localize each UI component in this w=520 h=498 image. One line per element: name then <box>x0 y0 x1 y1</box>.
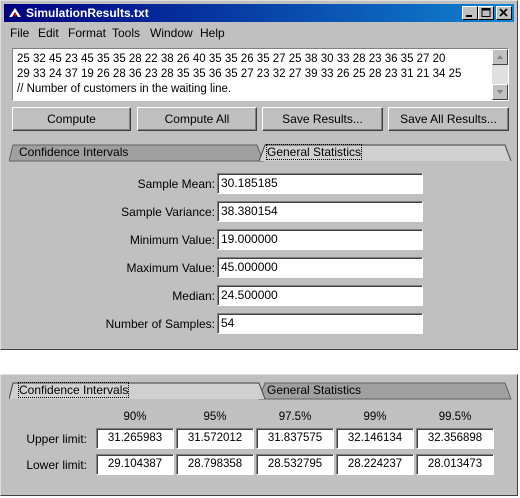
lower-limit-field[interactable]: 28.798358 <box>176 454 254 475</box>
tab-strip: Confidence Intervals General Statistics <box>9 144 514 162</box>
compute-all-button[interactable]: Compute All <box>137 107 257 131</box>
stat-label: Median: <box>172 289 215 303</box>
text-line: 25 32 45 23 45 35 35 28 22 38 26 40 35 3… <box>17 53 446 65</box>
stat-value-field[interactable]: 54 <box>217 313 423 334</box>
upper-limit-label: Upper limit: <box>26 432 87 446</box>
vertical-scrollbar[interactable] <box>492 49 508 100</box>
stat-label: Sample Mean: <box>137 177 215 191</box>
text-line: // Number of customers in the waiting li… <box>17 83 232 95</box>
maximize-button[interactable] <box>478 6 494 20</box>
confidence-level-header: 99% <box>363 411 387 423</box>
stat-label: Number of Samples: <box>105 317 215 331</box>
save-results-button[interactable]: Save Results... <box>262 107 383 131</box>
scroll-up-button[interactable] <box>492 49 508 65</box>
stat-value-field[interactable]: 24.500000 <box>217 285 423 306</box>
tab-general-statistics[interactable]: General Statistics <box>261 144 501 161</box>
scroll-down-button[interactable] <box>492 84 508 100</box>
confidence-level-header: 97.5% <box>278 411 312 423</box>
arrow-down-icon <box>497 90 503 94</box>
stat-label: Minimum Value: <box>129 233 215 247</box>
stat-label: Sample Variance: <box>121 205 215 219</box>
minimize-icon <box>466 15 472 17</box>
upper-limit-field[interactable]: 31.572012 <box>176 428 254 449</box>
confidence-level-header: 95% <box>203 411 227 423</box>
text-line: 29 33 24 37 19 26 28 36 23 28 35 35 36 3… <box>17 68 462 80</box>
window-title: SimulationResults.txt <box>26 6 149 20</box>
menu-tools[interactable]: Tools <box>112 25 140 41</box>
close-button[interactable] <box>496 6 512 20</box>
menu-window[interactable]: Window <box>150 25 193 41</box>
upper-limit-field[interactable]: 32.146134 <box>336 428 414 449</box>
tab-label: General Statistics <box>265 144 363 160</box>
lower-limit-field[interactable]: 28.224237 <box>336 454 414 475</box>
lower-limit-field[interactable]: 28.532795 <box>256 454 334 475</box>
tab-label: Confidence Intervals <box>17 382 130 398</box>
tab-label: Confidence Intervals <box>19 145 129 159</box>
save-all-results-button[interactable]: Save All Results... <box>388 107 509 131</box>
app-icon <box>9 8 21 17</box>
tab-label: General Statistics <box>267 383 362 397</box>
results-text-area[interactable]: 25 32 45 23 45 35 35 28 22 38 26 40 35 3… <box>12 48 509 101</box>
compute-button[interactable]: Compute <box>12 107 131 131</box>
upper-limit-field[interactable]: 32.356898 <box>416 428 494 449</box>
menu-format[interactable]: Format <box>68 25 106 41</box>
stat-value-field[interactable]: 45.000000 <box>217 257 423 278</box>
tab-general-statistics[interactable]: General Statistics <box>261 382 501 399</box>
confidence-level-header: 99.5% <box>438 411 472 423</box>
menu-help[interactable]: Help <box>200 25 225 41</box>
menu-file[interactable]: File <box>10 25 29 41</box>
tab-confidence-intervals[interactable]: Confidence Intervals <box>13 144 253 161</box>
confidence-level-header: 90% <box>123 411 147 423</box>
stat-value-field[interactable]: 38.380154 <box>217 201 423 222</box>
title-bar[interactable]: SimulationResults.txt <box>4 4 514 22</box>
main-window: SimulationResults.txt File Edit Format T… <box>0 0 518 350</box>
tab-strip: Confidence Intervals General Statistics <box>9 382 514 400</box>
stat-value-field[interactable]: 19.000000 <box>217 229 423 250</box>
minimize-button[interactable] <box>462 6 478 20</box>
stat-label: Maximum Value: <box>126 261 215 275</box>
close-icon <box>499 8 508 17</box>
upper-limit-field[interactable]: 31.837575 <box>256 428 334 449</box>
confidence-window: Confidence Intervals General Statistics … <box>0 374 518 496</box>
lower-limit-field[interactable]: 29.104387 <box>96 454 174 475</box>
lower-limit-label: Lower limit: <box>26 458 87 472</box>
maximize-icon <box>481 8 491 17</box>
menu-edit[interactable]: Edit <box>38 25 59 41</box>
arrow-up-icon <box>497 55 503 59</box>
stat-value-field[interactable]: 30.185185 <box>217 173 423 194</box>
upper-limit-field[interactable]: 31.265983 <box>96 428 174 449</box>
lower-limit-field[interactable]: 28.013473 <box>416 454 494 475</box>
tab-confidence-intervals[interactable]: Confidence Intervals <box>13 382 253 399</box>
